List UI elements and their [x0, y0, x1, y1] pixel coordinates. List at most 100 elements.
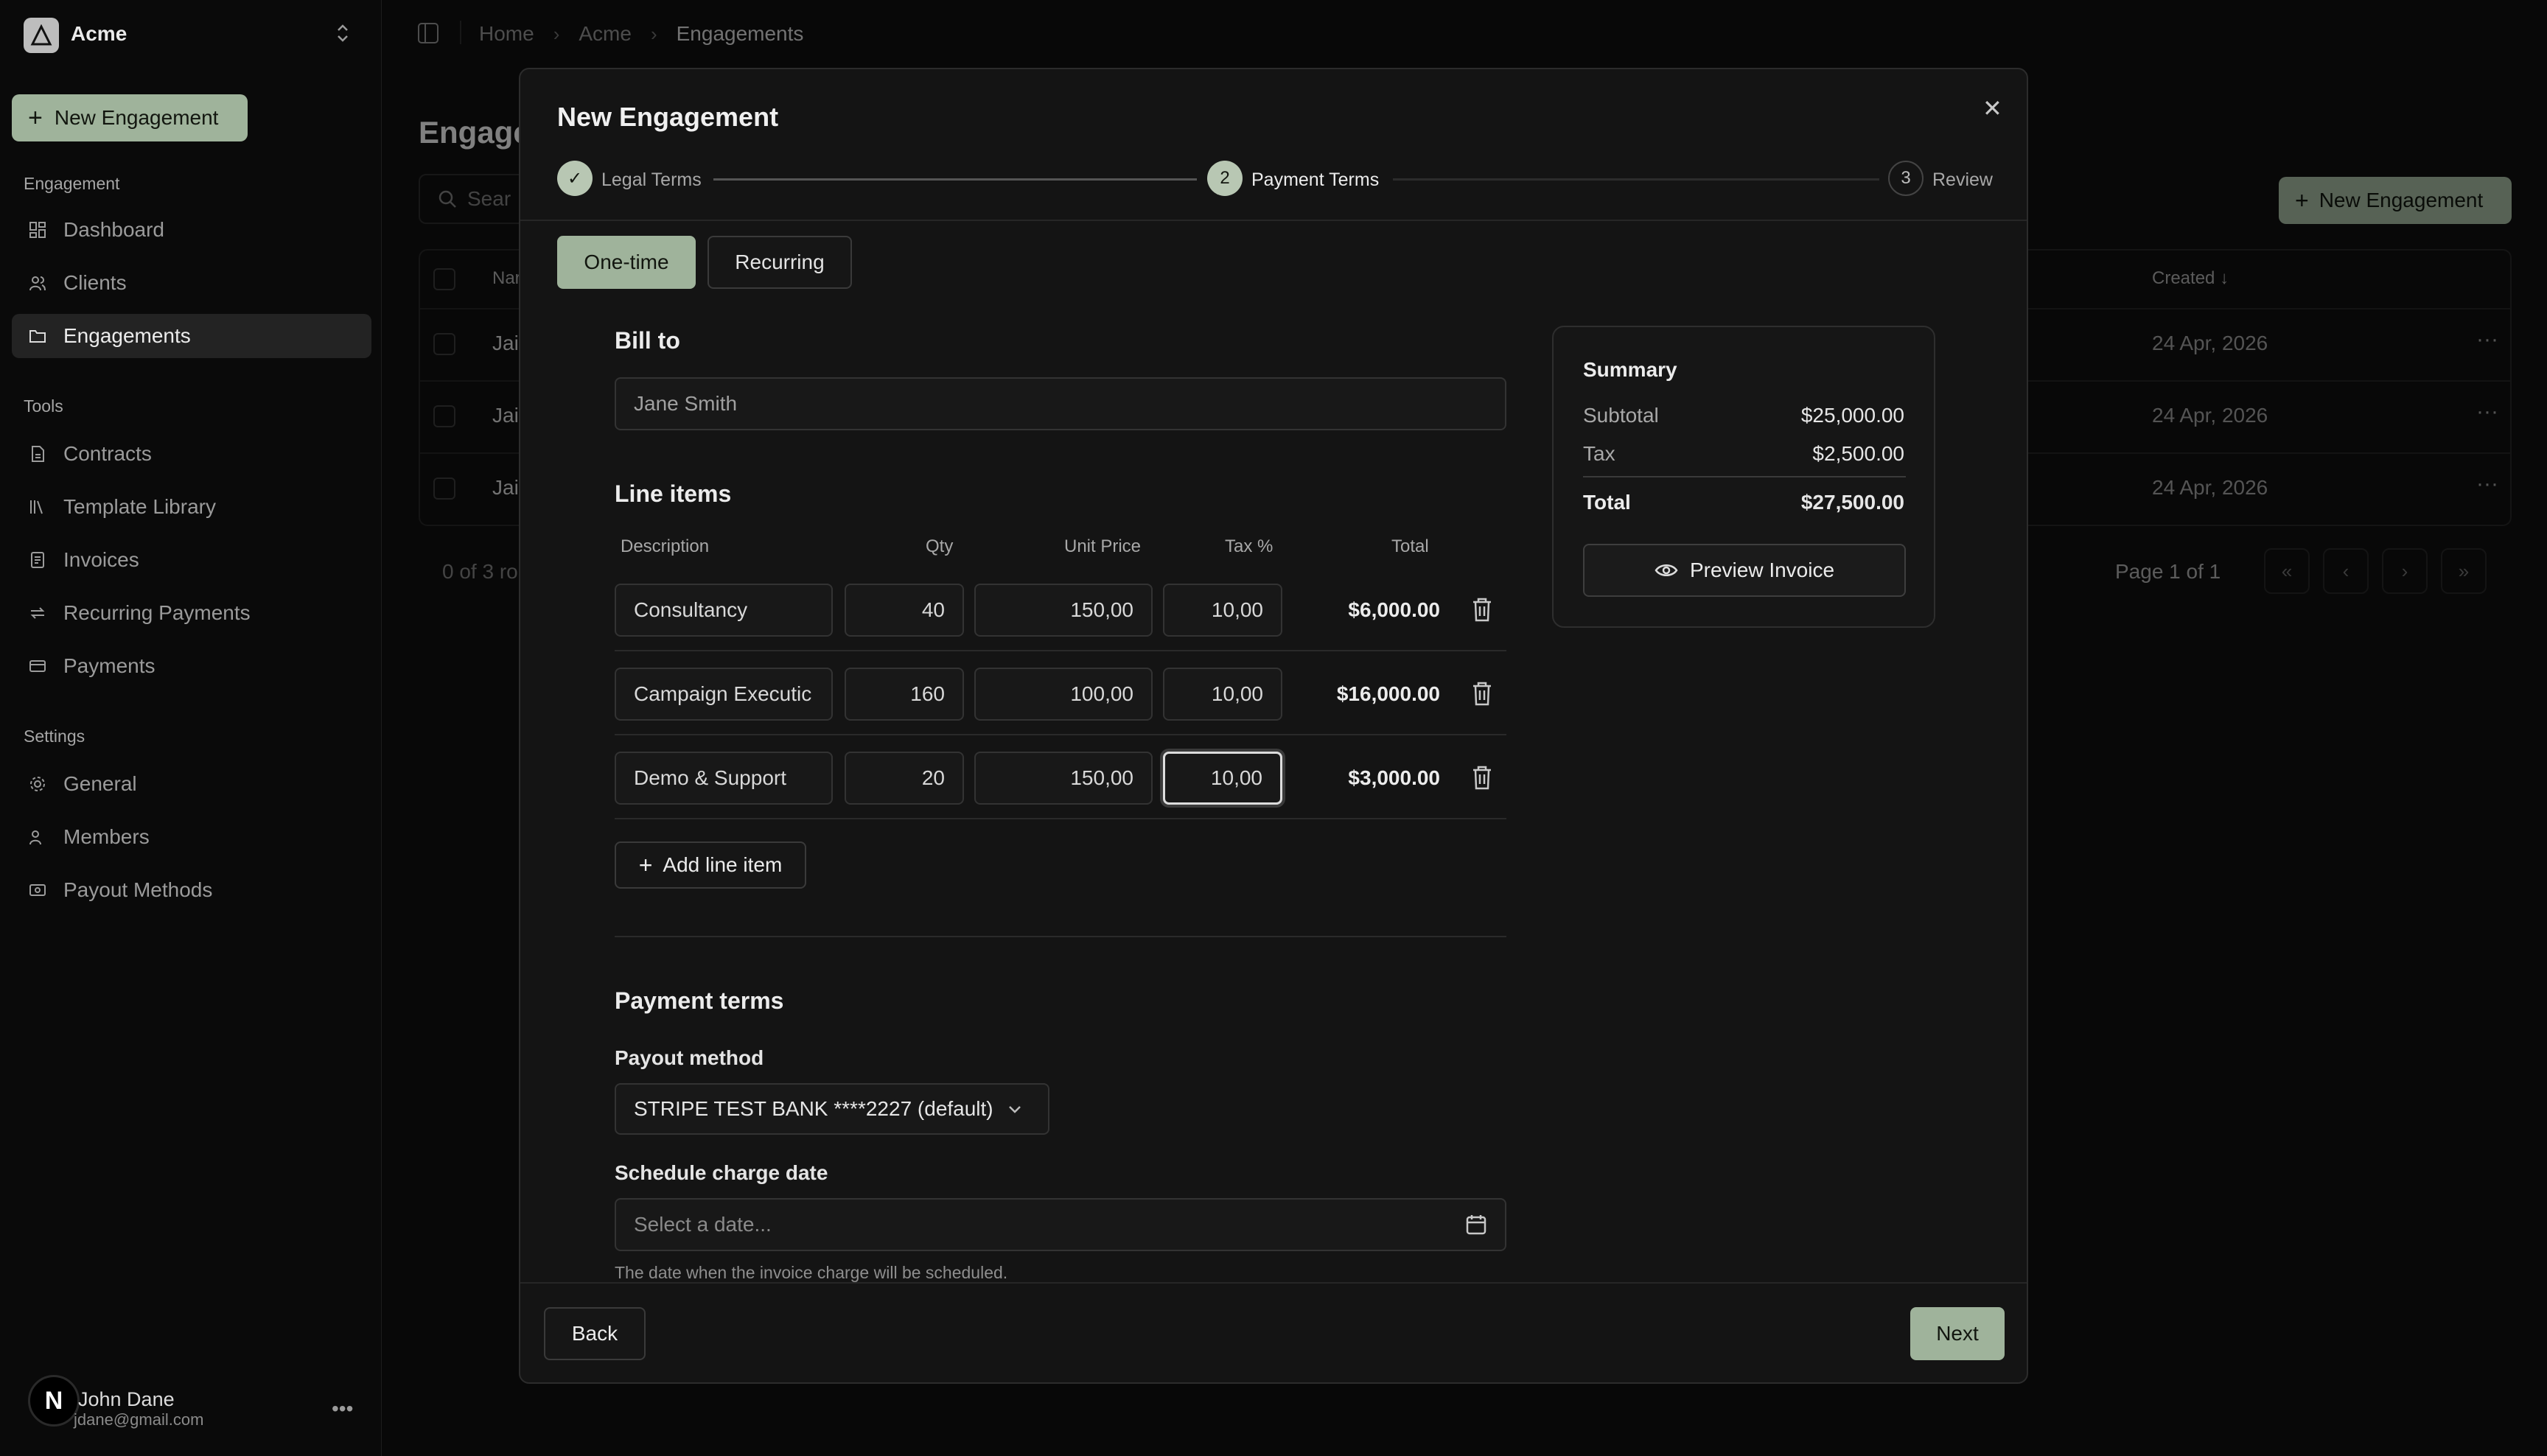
line-item-total: $6,000.00: [1348, 598, 1440, 621]
step-1-check-icon[interactable]: ✓: [557, 161, 593, 196]
line-item-qty[interactable]: 20: [845, 752, 964, 805]
new-engagement-label: New Engagement: [54, 106, 219, 129]
line-item-total: $16,000.00: [1336, 682, 1440, 705]
more-icon[interactable]: •••: [332, 1397, 353, 1421]
back-button[interactable]: Back: [544, 1307, 646, 1360]
total-value: $27,500.00: [1800, 491, 1904, 514]
tab-recurring[interactable]: Recurring: [708, 236, 852, 289]
divider: [615, 734, 1506, 735]
group-label-tools: Tools: [24, 396, 63, 416]
line-item-description[interactable]: Consultancy: [615, 584, 833, 637]
line-item-unit-price[interactable]: 150,00: [974, 584, 1153, 637]
summary-title: Summary: [1583, 358, 1677, 381]
library-icon: [28, 497, 47, 517]
column-header-qty: Qty: [926, 536, 954, 556]
payout-method-value: STRIPE TEST BANK ****2227 (default): [634, 1097, 993, 1120]
next-button[interactable]: Next: [1910, 1307, 2005, 1360]
group-label-engagement: Engagement: [24, 174, 120, 193]
sidebar-item-clients[interactable]: Clients: [12, 261, 371, 305]
add-line-item-button[interactable]: + Add line item: [615, 841, 806, 889]
line-item-description[interactable]: Campaign Executic: [615, 668, 833, 721]
org-name[interactable]: Acme: [71, 22, 127, 46]
line-item-tax[interactable]: 10,00: [1163, 668, 1282, 721]
schedule-date-field[interactable]: Select a date...: [615, 1198, 1506, 1251]
line-item-tax-focused[interactable]: 10,00: [1163, 752, 1282, 805]
preview-invoice-button[interactable]: Preview Invoice: [1583, 544, 1906, 597]
summary-card: Summary Subtotal $25,000.00 Tax $2,500.0…: [1552, 326, 1935, 628]
file-icon: [28, 444, 47, 463]
payout-method-select[interactable]: STRIPE TEST BANK ****2227 (default): [615, 1083, 1049, 1135]
sidebar-item-payments[interactable]: Payments: [12, 644, 371, 688]
sidebar-item-invoices[interactable]: Invoices: [12, 538, 371, 582]
step-3-label: Review: [1932, 169, 1993, 190]
divider: [615, 818, 1506, 819]
gear-icon: [28, 774, 47, 794]
line-item-qty[interactable]: 160: [845, 668, 964, 721]
sidebar-item-label: Clients: [63, 271, 127, 294]
repeat-icon: [28, 603, 47, 623]
sidebar-item-payout-methods[interactable]: Payout Methods: [12, 868, 371, 912]
payout-method-label: Payout method: [615, 1046, 764, 1069]
tax-value: $2,500.00: [1812, 442, 1904, 465]
step-2-number: 2: [1207, 161, 1243, 196]
sidebar-item-members[interactable]: Members: [12, 815, 371, 859]
users-icon: [28, 273, 47, 293]
total-label: Total: [1583, 491, 1631, 514]
divider: [520, 220, 2027, 221]
calendar-icon[interactable]: [1465, 1214, 1487, 1236]
sidebar-item-label: Payout Methods: [63, 878, 213, 901]
trash-icon[interactable]: [1471, 597, 1493, 622]
line-item-tax[interactable]: 10,00: [1163, 584, 1282, 637]
sidebar-item-dashboard[interactable]: Dashboard: [12, 208, 371, 252]
divider: [520, 1282, 2027, 1284]
step-2-label: Payment Terms: [1251, 169, 1380, 190]
group-label-settings: Settings: [24, 727, 85, 746]
line-item-unit-price[interactable]: 100,00: [974, 668, 1153, 721]
divider: [615, 936, 1506, 937]
step-3-number: 3: [1888, 161, 1924, 196]
org-logo: [24, 18, 59, 53]
step-1-label[interactable]: Legal Terms: [601, 169, 702, 191]
plus-icon: +: [28, 104, 43, 132]
folder-icon: [28, 326, 47, 346]
sidebar-item-label: Recurring Payments: [63, 601, 251, 624]
wallet-icon: [28, 881, 47, 900]
sidebar-item-contracts[interactable]: Contracts: [12, 432, 371, 476]
plus-icon: +: [638, 851, 653, 878]
divider: [615, 650, 1506, 651]
card-icon: [28, 657, 47, 676]
new-engagement-dialog: New Engagement ✕ ✓ Legal Terms 2 Payment…: [519, 68, 2028, 1384]
tax-label: Tax: [1583, 442, 1615, 465]
trash-icon[interactable]: [1471, 765, 1493, 790]
tab-one-time[interactable]: One-time: [557, 236, 696, 289]
column-header-unit-price: Unit Price: [1064, 536, 1142, 556]
eye-icon: [1655, 564, 1678, 576]
sidebar-item-engagements[interactable]: Engagements: [12, 314, 371, 358]
chevron-down-icon: [1008, 1106, 1021, 1113]
avatar[interactable]: N: [28, 1375, 80, 1427]
line-item-qty[interactable]: 40: [845, 584, 964, 637]
line-item-description[interactable]: Demo & Support: [615, 752, 833, 805]
sidebar-item-template-library[interactable]: Template Library: [12, 485, 371, 529]
sidebar-item-label: Invoices: [63, 548, 139, 571]
line-item-total: $3,000.00: [1348, 766, 1440, 789]
column-header-tax: Tax %: [1225, 536, 1274, 556]
sidebar-item-label: Template Library: [63, 495, 216, 518]
new-engagement-button[interactable]: + New Engagement: [12, 94, 248, 141]
preview-invoice-label: Preview Invoice: [1689, 559, 1835, 581]
sidebar-item-recurring-payments[interactable]: Recurring Payments: [12, 591, 371, 635]
column-header-description: Description: [621, 536, 710, 556]
trash-icon[interactable]: [1471, 681, 1493, 706]
sidebar-item-general[interactable]: General: [12, 762, 371, 806]
users-icon: [28, 827, 47, 847]
payment-terms-title: Payment terms: [615, 987, 784, 1014]
line-item-unit-price[interactable]: 150,00: [974, 752, 1153, 805]
bill-to-field[interactable]: Jane Smith: [615, 377, 1506, 430]
subtotal-label: Subtotal: [1583, 404, 1659, 427]
close-icon[interactable]: ✕: [1982, 94, 2002, 122]
org-switch-chevron-icon[interactable]: [335, 22, 351, 49]
subtotal-value: $25,000.00: [1800, 404, 1904, 427]
schedule-date-help: The date when the invoice charge will be…: [615, 1263, 1008, 1282]
step-connector: [713, 178, 1197, 181]
dialog-title: New Engagement: [557, 102, 779, 132]
